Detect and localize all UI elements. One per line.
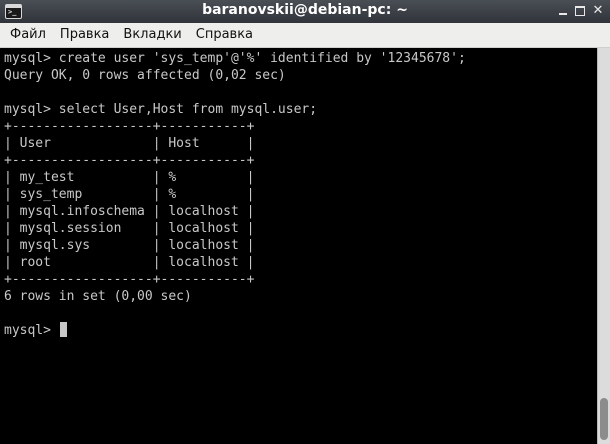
scrollbar-thumb[interactable] — [600, 398, 608, 440]
prompt-line[interactable]: mysql> — [4, 322, 597, 339]
title-bar[interactable]: baranovskii@debian-pc: ~ ✕ — [0, 0, 610, 23]
terminal-line: | sys_temp | % | — [4, 187, 255, 202]
terminal-line: 6 rows in set (0,00 sec) — [4, 289, 192, 304]
terminal-output[interactable]: mysql> create user 'sys_temp'@'%' identi… — [0, 48, 597, 444]
terminal-line: mysql> create user 'sys_temp'@'%' identi… — [4, 51, 466, 66]
mysql-prompt: mysql> — [4, 323, 59, 338]
menu-file[interactable]: Файл — [3, 23, 53, 47]
minimize-icon[interactable] — [556, 4, 570, 18]
terminal-line: +------------------+-----------+ — [4, 153, 255, 168]
terminal-line: +------------------+-----------+ — [4, 119, 255, 134]
terminal-line: | mysql.infoschema | localhost | — [4, 204, 255, 219]
terminal-line: | my_test | % | — [4, 170, 255, 185]
menu-tabs[interactable]: Вкладки — [116, 23, 188, 47]
maximize-icon[interactable] — [573, 4, 587, 18]
menu-bar: Файл Правка Вкладки Справка — [0, 23, 610, 48]
terminal-line: Query OK, 0 rows affected (0,02 sec) — [4, 68, 286, 83]
menu-help[interactable]: Справка — [189, 23, 260, 47]
window-title: baranovskii@debian-pc: ~ — [202, 2, 408, 18]
terminal-line: | mysql.session | localhost | — [4, 221, 255, 236]
menu-edit[interactable]: Правка — [53, 23, 116, 47]
terminal-line: mysql> select User,Host from mysql.user; — [4, 102, 318, 117]
close-icon[interactable]: ✕ — [591, 4, 605, 18]
text-cursor — [59, 322, 67, 337]
terminal-line: | mysql.sys | localhost | — [4, 238, 255, 253]
terminal-line: +------------------+-----------+ — [4, 272, 255, 287]
vertical-scrollbar[interactable] — [597, 48, 610, 444]
terminal-line: | User | Host | — [4, 136, 255, 151]
terminal-line: | root | localhost | — [4, 255, 255, 270]
terminal-window: baranovskii@debian-pc: ~ ✕ Файл Правка В… — [0, 0, 610, 444]
